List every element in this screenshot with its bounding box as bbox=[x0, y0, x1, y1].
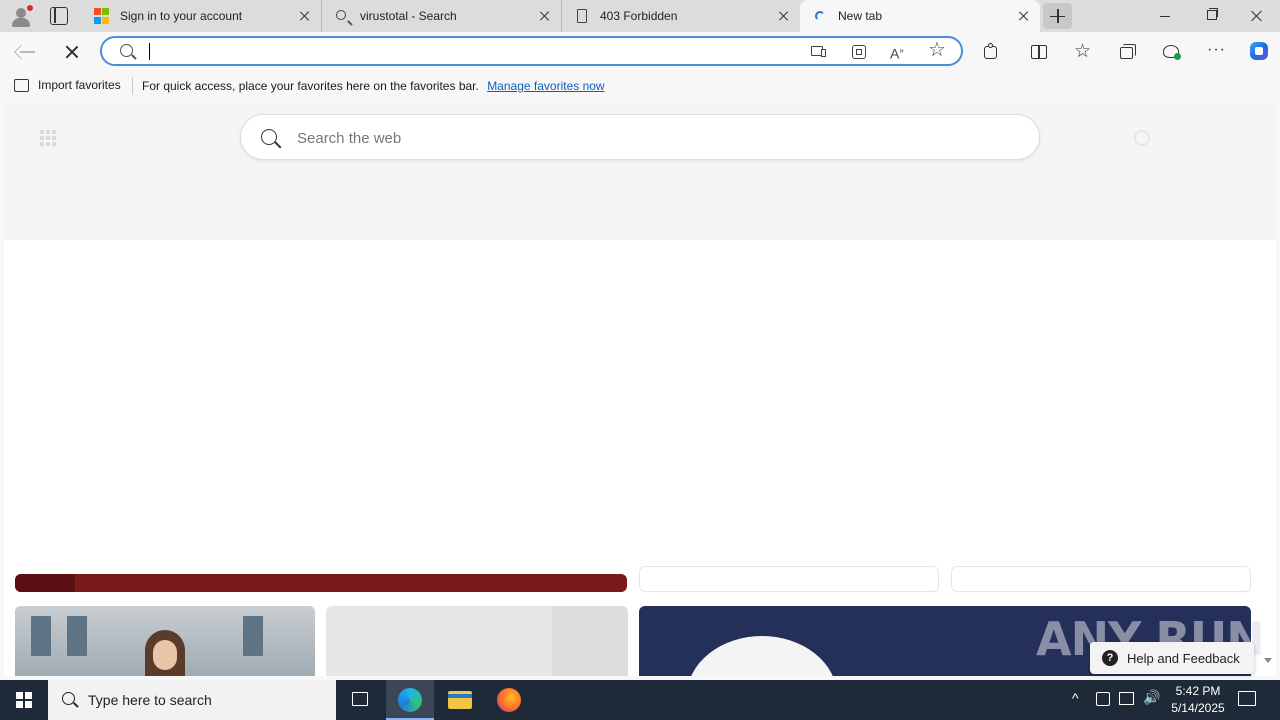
taskbar-firefox[interactable] bbox=[484, 680, 532, 720]
tab-strip: Sign in to your account virustotal - Sea… bbox=[0, 0, 1280, 32]
search-icon bbox=[334, 8, 350, 24]
loading-icon bbox=[812, 8, 828, 24]
address-bar[interactable]: A» ☆ bbox=[100, 36, 963, 66]
task-view-button[interactable] bbox=[336, 680, 384, 720]
tab-close-icon[interactable] bbox=[776, 8, 792, 24]
new-tab-button[interactable] bbox=[1043, 3, 1072, 29]
favorites-bar: Import favorites For quick access, place… bbox=[0, 72, 1280, 100]
microsoft-logo-icon bbox=[94, 8, 110, 24]
manage-favorites-link[interactable]: Manage favorites now bbox=[487, 79, 604, 93]
apps-launcher-icon[interactable] bbox=[40, 130, 56, 146]
taskbar-file-explorer[interactable] bbox=[436, 680, 484, 720]
help-and-feedback-label: Help and Feedback bbox=[1127, 650, 1240, 666]
browser-essentials-icon[interactable] bbox=[1163, 43, 1181, 61]
tab-403-forbidden[interactable]: 403 Forbidden bbox=[562, 0, 800, 32]
read-aloud-icon[interactable]: A» bbox=[890, 42, 908, 62]
collections-icon[interactable] bbox=[1119, 43, 1137, 61]
taskbar: Type here to search ^ 🔊 5:42 PM 5/14/202… bbox=[0, 680, 1280, 720]
stop-loading-button[interactable] bbox=[58, 38, 86, 66]
web-search-input[interactable] bbox=[297, 128, 997, 148]
page-icon bbox=[574, 8, 590, 24]
task-view-icon bbox=[352, 692, 368, 706]
extensions-grid-icon[interactable] bbox=[850, 43, 868, 61]
search-icon bbox=[62, 692, 75, 705]
address-input[interactable] bbox=[148, 42, 788, 62]
new-tab-page bbox=[4, 104, 1276, 676]
tab-title: virustotal - Search bbox=[360, 9, 457, 23]
page-header bbox=[4, 104, 1276, 240]
more-options-icon[interactable]: ··· bbox=[1207, 42, 1225, 61]
help-and-feedback-button[interactable]: ? Help and Feedback bbox=[1090, 642, 1254, 674]
tab-close-icon[interactable] bbox=[537, 8, 553, 24]
import-icon bbox=[14, 78, 29, 92]
text-caret bbox=[149, 43, 150, 60]
search-icon bbox=[120, 44, 133, 57]
help-icon: ? bbox=[1102, 650, 1118, 666]
tab-title: Sign in to your account bbox=[120, 9, 243, 23]
tab-close-icon[interactable] bbox=[297, 8, 313, 24]
tab-title: 403 Forbidden bbox=[600, 9, 678, 23]
favorite-star-icon[interactable]: ☆ bbox=[928, 40, 946, 60]
system-clock[interactable]: 5:42 PM 5/14/2025 bbox=[1168, 683, 1228, 717]
security-icon[interactable] bbox=[1096, 692, 1110, 706]
notifications-icon[interactable] bbox=[1238, 691, 1256, 706]
minimize-button[interactable] bbox=[1142, 0, 1188, 32]
app-available-icon[interactable] bbox=[810, 43, 828, 61]
favorites-icon[interactable]: ☆ bbox=[1074, 42, 1092, 61]
clock-date: 5/14/2025 bbox=[1171, 701, 1225, 715]
windows-logo-icon bbox=[16, 692, 32, 708]
scroll-down-arrow-icon[interactable] bbox=[1264, 658, 1272, 663]
feed-card-placeholder[interactable] bbox=[326, 606, 628, 676]
favorites-bar-message: For quick access, place your favorites h… bbox=[142, 79, 479, 93]
divider bbox=[132, 77, 133, 95]
show-hidden-icons-icon[interactable]: ^ bbox=[1072, 690, 1079, 706]
back-button[interactable] bbox=[14, 38, 42, 66]
search-icon bbox=[261, 129, 277, 145]
settings-gear-icon[interactable] bbox=[1134, 130, 1150, 146]
start-button[interactable] bbox=[0, 680, 48, 720]
tab-new-tab[interactable]: New tab bbox=[800, 0, 1040, 32]
extensions-puzzle-icon[interactable] bbox=[982, 43, 1000, 61]
profile-avatar-icon[interactable] bbox=[8, 4, 34, 28]
volume-icon[interactable]: 🔊 bbox=[1143, 689, 1160, 706]
edge-icon bbox=[398, 688, 422, 712]
tab-sign-in[interactable]: Sign in to your account bbox=[82, 0, 322, 32]
feed-image-card[interactable] bbox=[15, 606, 315, 676]
feed-card[interactable] bbox=[15, 574, 627, 592]
taskbar-edge[interactable] bbox=[386, 680, 434, 720]
firefox-icon bbox=[497, 688, 521, 712]
copilot-icon[interactable] bbox=[1248, 40, 1270, 62]
close-window-button[interactable] bbox=[1234, 0, 1280, 32]
import-favorites-button[interactable]: Import favorites bbox=[14, 78, 121, 92]
feed-card[interactable] bbox=[639, 566, 939, 592]
taskbar-search-placeholder: Type here to search bbox=[88, 692, 212, 708]
tab-title: New tab bbox=[838, 9, 883, 23]
tab-actions-icon[interactable] bbox=[50, 7, 68, 25]
restore-button[interactable] bbox=[1188, 0, 1234, 32]
split-screen-icon[interactable] bbox=[1030, 43, 1048, 61]
network-icon[interactable] bbox=[1119, 692, 1134, 705]
taskbar-search-box[interactable]: Type here to search bbox=[48, 680, 336, 720]
toolbar: A» ☆ ☆ ··· bbox=[0, 32, 1280, 72]
import-favorites-label: Import favorites bbox=[38, 78, 121, 92]
web-search-box[interactable] bbox=[240, 114, 1040, 160]
tab-virustotal-search[interactable]: virustotal - Search bbox=[322, 0, 562, 32]
feed-card[interactable] bbox=[951, 566, 1251, 592]
tab-close-icon[interactable] bbox=[1016, 8, 1032, 24]
clock-time: 5:42 PM bbox=[1175, 684, 1221, 698]
